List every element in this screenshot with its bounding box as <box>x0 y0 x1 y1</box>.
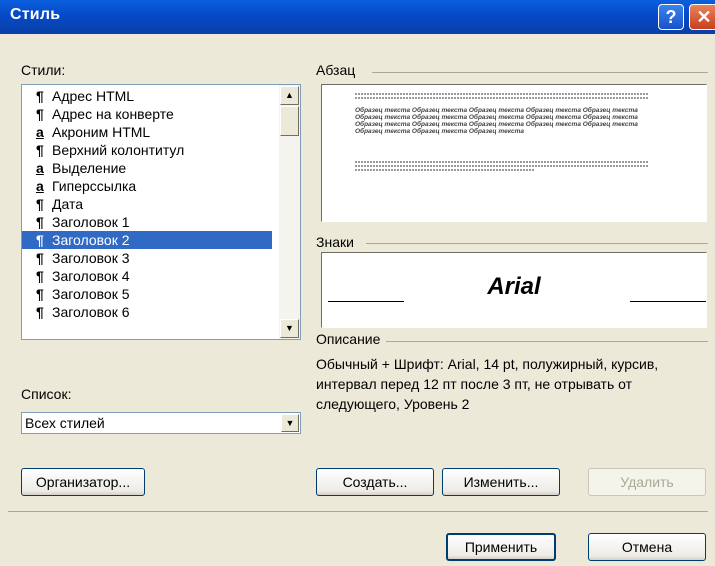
paragraph-style-icon: ¶ <box>36 286 44 302</box>
paragraph-style-icon: ¶ <box>36 250 44 266</box>
preview-prev-paragraph <box>355 97 649 99</box>
scroll-thumb[interactable] <box>280 106 299 136</box>
characters-group-line <box>366 243 708 244</box>
style-list-item-label: Заголовок 6 <box>52 304 130 320</box>
description-label: Описание <box>316 331 381 347</box>
apply-button[interactable]: Применить <box>446 533 556 561</box>
style-list-item[interactable]: a Выделение <box>22 159 272 177</box>
style-list-item[interactable]: ¶ Заголовок 1 <box>22 213 272 231</box>
style-list-item-label: Адрес на конверте <box>52 106 174 122</box>
cancel-button[interactable]: Отмена <box>588 533 706 561</box>
style-list-item[interactable]: a Акроним HTML <box>22 123 272 141</box>
characters-label: Знаки <box>316 234 354 250</box>
chevron-down-icon: ▼ <box>285 418 295 428</box>
scroll-down-icon: ▼ <box>285 323 294 333</box>
character-style-icon: a <box>36 178 44 194</box>
paragraph-style-icon: ¶ <box>36 106 44 122</box>
preview-next-paragraph <box>355 165 649 167</box>
close-button[interactable]: ✕ <box>689 4 715 30</box>
style-list-item[interactable]: ¶ Заголовок 4 <box>22 267 272 285</box>
styles-listbox[interactable]: ¶ Адрес HTML ¶ Адрес на конверте a Акроним HT… <box>21 84 301 340</box>
style-list-item-label: Выделение <box>52 160 127 176</box>
character-style-icon: a <box>36 160 44 176</box>
delete-button[interactable]: Удалить <box>588 468 706 496</box>
organizer-button[interactable]: Организатор... <box>21 468 145 496</box>
style-list-item[interactable]: ¶ Адрес на конверте <box>22 105 272 123</box>
preview-prev-paragraph <box>355 93 649 95</box>
characters-preview: Arial <box>321 252 707 328</box>
style-list-item[interactable]: ¶ Заголовок 2 <box>22 231 272 249</box>
list-dropdown-button[interactable]: ▼ <box>281 414 299 432</box>
paragraph-style-icon: ¶ <box>36 304 44 320</box>
font-sample: Arial <box>487 273 541 300</box>
style-list-item[interactable]: ¶ Заголовок 6 <box>22 303 272 321</box>
description-text: Обычный + Шрифт: Arial, 14 pt, полужирны… <box>316 356 659 412</box>
style-list-item-label: Заголовок 1 <box>52 214 130 230</box>
style-list-item-label: Дата <box>52 196 84 212</box>
paragraph-sample-text: Образец текста Образец текста Образец те… <box>355 107 638 135</box>
baseline-right <box>630 301 706 302</box>
modify-button[interactable]: Изменить... <box>442 468 560 496</box>
window-title: Стиль <box>10 6 61 23</box>
styles-scrollbar[interactable]: ▲ ▼ <box>279 85 300 339</box>
create-button[interactable]: Создать... <box>316 468 434 496</box>
help-icon: ? <box>665 7 677 27</box>
paragraph-label: Абзац <box>316 62 356 78</box>
style-list-item-label: Акроним HTML <box>52 124 151 140</box>
paragraph-style-icon: ¶ <box>36 88 44 104</box>
baseline-left <box>328 301 404 302</box>
style-list-item[interactable]: ¶ Адрес HTML <box>22 87 272 105</box>
help-button[interactable]: ? <box>658 4 684 30</box>
style-list-item[interactable]: ¶ Дата <box>22 195 272 213</box>
title-bar: Стиль ? ✕ <box>0 0 715 34</box>
list-label: Список: <box>21 386 72 402</box>
style-list-item-label: Гиперссылка <box>52 178 137 194</box>
separator <box>8 511 708 512</box>
style-list-item-label: Заголовок 2 <box>52 232 130 248</box>
style-list-item-label: Адрес HTML <box>52 88 135 104</box>
preview-next-paragraph <box>355 169 535 171</box>
style-list-item-label: Заголовок 3 <box>52 250 130 266</box>
close-icon: ✕ <box>696 7 712 27</box>
scroll-up-button[interactable]: ▲ <box>280 86 299 105</box>
styles-label: Стили: <box>21 62 66 78</box>
character-style-icon: a <box>36 124 44 140</box>
preview-next-paragraph <box>355 161 649 163</box>
paragraph-style-icon: ¶ <box>36 196 44 212</box>
style-list-item-label: Верхний колонтитул <box>52 142 185 158</box>
paragraph-style-icon: ¶ <box>36 268 44 284</box>
paragraph-style-icon: ¶ <box>36 232 44 248</box>
style-list-item[interactable]: ¶ Заголовок 5 <box>22 285 272 303</box>
style-list-item-label: Заголовок 5 <box>52 286 130 302</box>
list-value: Всех стилей <box>25 415 105 431</box>
style-list-item-label: Заголовок 4 <box>52 268 130 284</box>
styles-list: ¶ Адрес HTML ¶ Адрес на конверте a Акроним HT… <box>22 87 272 321</box>
scroll-down-button[interactable]: ▼ <box>280 319 299 338</box>
paragraph-group-line <box>372 72 708 73</box>
paragraph-preview: Образец текста Образец текста Образец те… <box>321 84 707 222</box>
style-list-item[interactable]: ¶ Верхний колонтитул <box>22 141 272 159</box>
description-group-line <box>386 341 708 342</box>
scroll-up-icon: ▲ <box>285 90 294 100</box>
paragraph-style-icon: ¶ <box>36 214 44 230</box>
style-list-item[interactable]: ¶ Заголовок 3 <box>22 249 272 267</box>
style-list-item[interactable]: a Гиперссылка <box>22 177 272 195</box>
paragraph-style-icon: ¶ <box>36 142 44 158</box>
list-combobox[interactable]: Всех стилей ▼ <box>21 412 301 434</box>
